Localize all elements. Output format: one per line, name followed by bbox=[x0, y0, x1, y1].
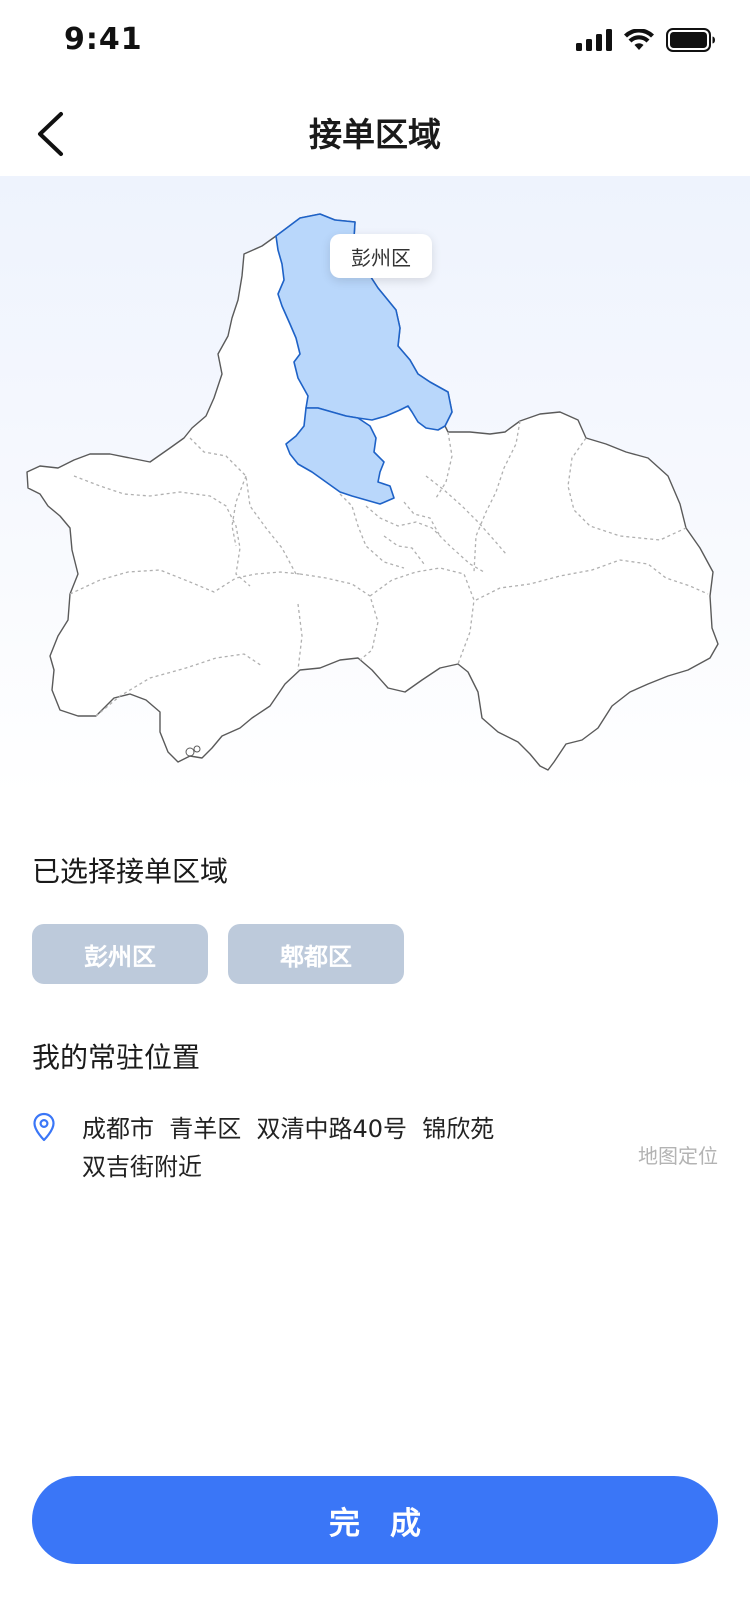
map-locate-link[interactable]: 地图定位 bbox=[638, 1140, 718, 1169]
region-chip-pengzhou[interactable]: 彭州区 bbox=[32, 924, 208, 984]
location-pin-icon bbox=[33, 1112, 55, 1142]
done-button[interactable]: 完成 bbox=[32, 1476, 718, 1564]
residence-title: 我的常驻位置 bbox=[32, 1041, 201, 1074]
selected-regions-title: 已选择接单区域 bbox=[32, 855, 229, 888]
residence-address: 成都市 青羊区 双清中路40号 锦欣苑 双吉街附近 bbox=[82, 1110, 552, 1186]
region-map[interactable]: 彭州区 bbox=[0, 176, 750, 796]
battery-icon bbox=[666, 28, 715, 52]
page-title: 接单区域 bbox=[309, 115, 441, 154]
status-time: 9:41 bbox=[64, 22, 143, 57]
selected-region-chips: 彭州区 郫都区 bbox=[32, 924, 404, 984]
cellular-signal-icon bbox=[576, 29, 612, 51]
region-chip-pidu[interactable]: 郫都区 bbox=[228, 924, 404, 984]
status-bar: 9:41 bbox=[0, 0, 750, 88]
address-line-2: 双吉街附近 bbox=[82, 1153, 202, 1181]
map-tooltip: 彭州区 bbox=[330, 234, 432, 278]
status-icons bbox=[576, 28, 716, 52]
nav-bar: 接单区域 bbox=[0, 88, 750, 178]
wifi-icon bbox=[624, 29, 654, 50]
address-line-1: 成都市 青羊区 双清中路40号 锦欣苑 bbox=[82, 1115, 495, 1143]
